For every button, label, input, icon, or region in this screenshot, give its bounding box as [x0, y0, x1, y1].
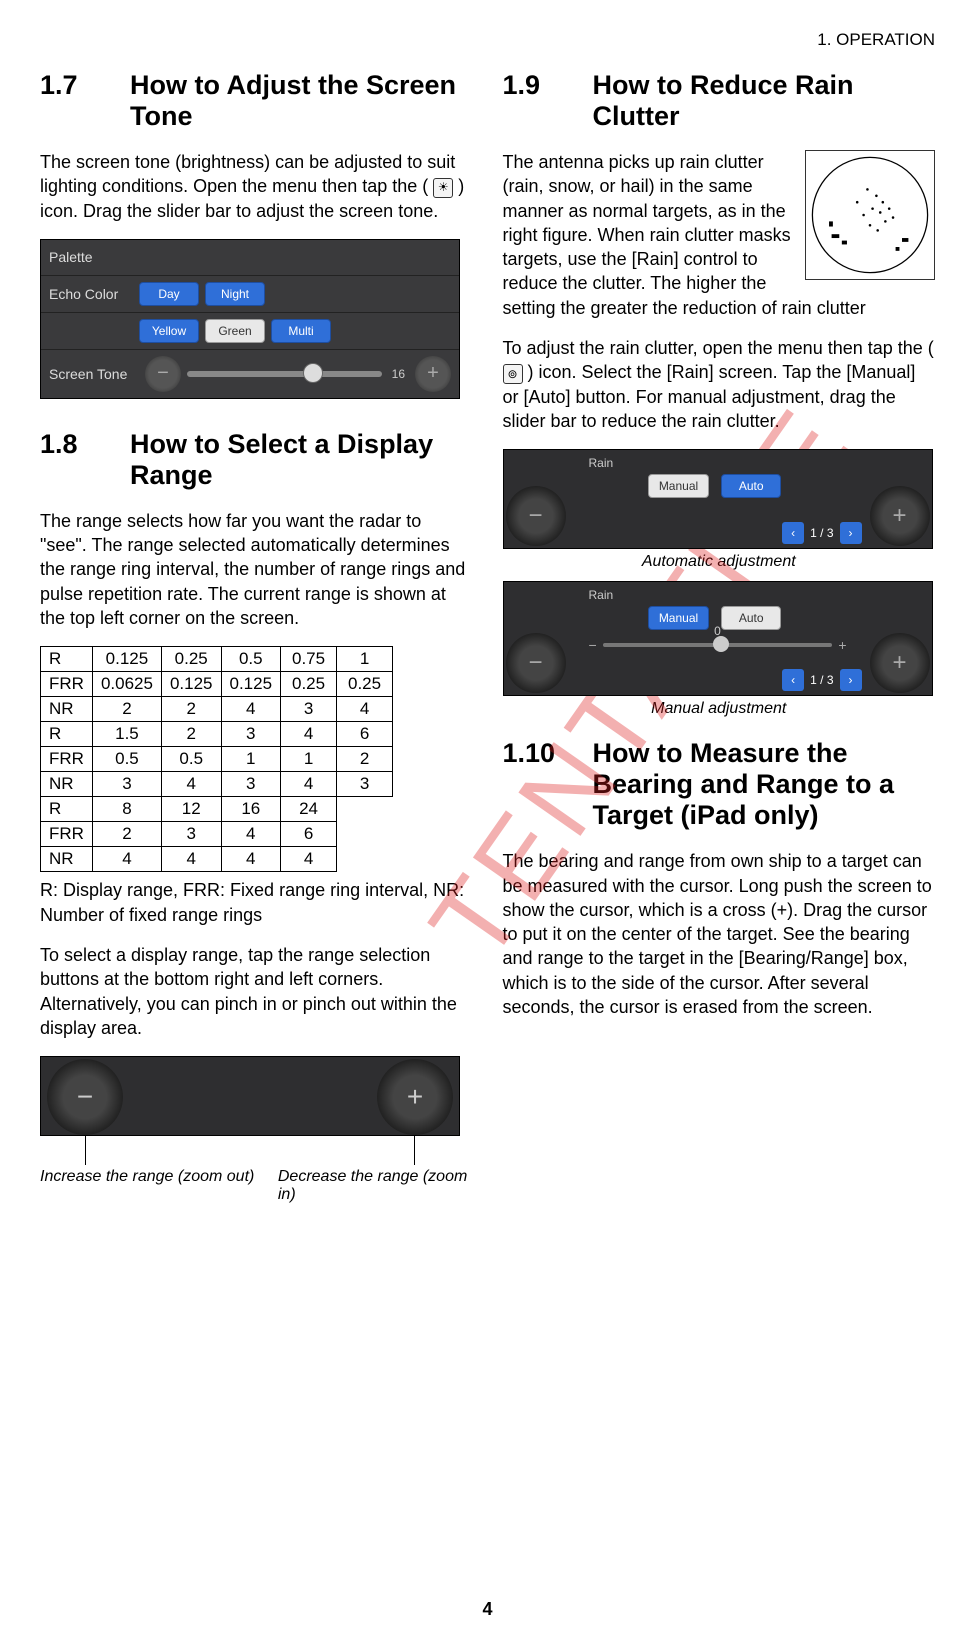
zoom-in-knob[interactable]: + — [415, 356, 451, 392]
echo-green-button[interactable]: Green — [205, 319, 265, 343]
echo-day-button[interactable]: Day — [139, 282, 199, 306]
prev-page-button[interactable]: ‹ — [782, 522, 804, 544]
right-column: 1.9 How to Reduce Rain Clutter — [503, 70, 936, 1224]
rain-auto-button[interactable]: Auto — [721, 474, 781, 498]
tone-slider[interactable] — [187, 371, 382, 377]
sec18-paragraph2: To select a display range, tap the range… — [40, 943, 473, 1040]
tone-slider-thumb[interactable] — [303, 363, 323, 383]
sec19-paragraph2: To adjust the rain clutter, open the men… — [503, 336, 936, 433]
minus-icon: − — [589, 637, 597, 653]
rain-auto-figure: − + Rain Manual Auto ‹ 1 / 3 › — [503, 449, 933, 549]
zoom-out-caption: Increase the range (zoom out) — [40, 1168, 278, 1204]
section-1-7-heading: 1.7 How to Adjust the Screen Tone — [40, 70, 473, 132]
chapter-header: 1. OPERATION — [40, 30, 935, 50]
next-page-button[interactable]: › — [840, 522, 862, 544]
next-page-button[interactable]: › — [840, 669, 862, 691]
auto-caption: Automatic adjustment — [503, 553, 936, 571]
section-1-10-heading: 1.10 How to Measure the Bearing and Rang… — [503, 738, 936, 831]
echo-color-label: Echo Color — [49, 286, 139, 302]
table-legend: R: Display range, FRR: Fixed range ring … — [40, 878, 473, 927]
section-title: How to Select a Display Range — [130, 429, 473, 491]
screen-tone-label: Screen Tone — [49, 366, 139, 382]
range-increase-button[interactable]: + — [377, 1059, 453, 1135]
section-title: How to Measure the Bearing and Range to … — [593, 738, 936, 831]
rain-manual-figure: − + Rain Manual Auto − + 0 ‹ 1 / 3 › — [503, 581, 933, 696]
rain-slider-thumb[interactable] — [713, 636, 729, 652]
plus-icon: + — [838, 637, 846, 653]
echo-night-button[interactable]: Night — [205, 282, 265, 306]
palette-label: Palette — [49, 249, 139, 265]
section-number: 1.10 — [503, 738, 593, 769]
echo-yellow-button[interactable]: Yellow — [139, 319, 199, 343]
sec110-paragraph: The bearing and range from own ship to a… — [503, 849, 936, 1019]
pager-text: 1 / 3 — [810, 526, 833, 540]
callout-line-right — [414, 1135, 415, 1165]
settings-icon: ⊚ — [503, 364, 523, 384]
tone-value: 16 — [392, 367, 405, 381]
zoom-in-caption: Decrease the range (zoom in) — [278, 1168, 473, 1204]
section-number: 1.7 — [40, 70, 130, 101]
sec19-text-a: To adjust the rain clutter, open the men… — [503, 338, 934, 358]
zoom-out-knob[interactable]: − — [145, 356, 181, 392]
sec18-paragraph1: The range selects how far you want the r… — [40, 509, 473, 630]
rain-manual-button[interactable]: Manual — [648, 474, 709, 498]
rain-slider-value: 0 — [504, 624, 932, 638]
echo-multi-button[interactable]: Multi — [271, 319, 331, 343]
callout-line-left — [85, 1135, 86, 1165]
brightness-icon: ☀ — [433, 178, 453, 198]
sec19-text-b: ) icon. Select the [Rain] screen. Tap th… — [503, 362, 916, 431]
manual-caption: Manual adjustment — [503, 700, 936, 718]
section-title: How to Reduce Rain Clutter — [593, 70, 936, 132]
section-title: How to Adjust the Screen Tone — [130, 70, 473, 132]
left-column: 1.7 How to Adjust the Screen Tone The sc… — [40, 70, 473, 1224]
zoom-in-knob[interactable]: + — [870, 633, 930, 693]
pager-text: 1 / 3 — [810, 673, 833, 687]
rain-slider[interactable]: − + — [589, 637, 847, 653]
section-1-8-heading: 1.8 How to Select a Display Range — [40, 429, 473, 491]
palette-figure: Palette Echo Color Day Night Yellow Gree… — [40, 239, 460, 399]
section-number: 1.8 — [40, 429, 130, 460]
section-1-9-heading: 1.9 How to Reduce Rain Clutter — [503, 70, 936, 132]
range-buttons-figure: − + — [40, 1056, 460, 1136]
sec17-text-a: The screen tone (brightness) can be adju… — [40, 152, 455, 196]
section-number: 1.9 — [503, 70, 593, 101]
prev-page-button[interactable]: ‹ — [782, 669, 804, 691]
rain-label: Rain — [589, 456, 614, 470]
sec17-paragraph: The screen tone (brightness) can be adju… — [40, 150, 473, 223]
rain-clutter-image — [805, 150, 935, 280]
display-range-table: R0.1250.250.50.751 FRR0.06250.1250.1250.… — [40, 646, 393, 872]
range-decrease-button[interactable]: − — [47, 1059, 123, 1135]
zoom-out-knob[interactable]: − — [506, 633, 566, 693]
page-number: 4 — [0, 1599, 975, 1620]
rain-label: Rain — [589, 588, 614, 602]
